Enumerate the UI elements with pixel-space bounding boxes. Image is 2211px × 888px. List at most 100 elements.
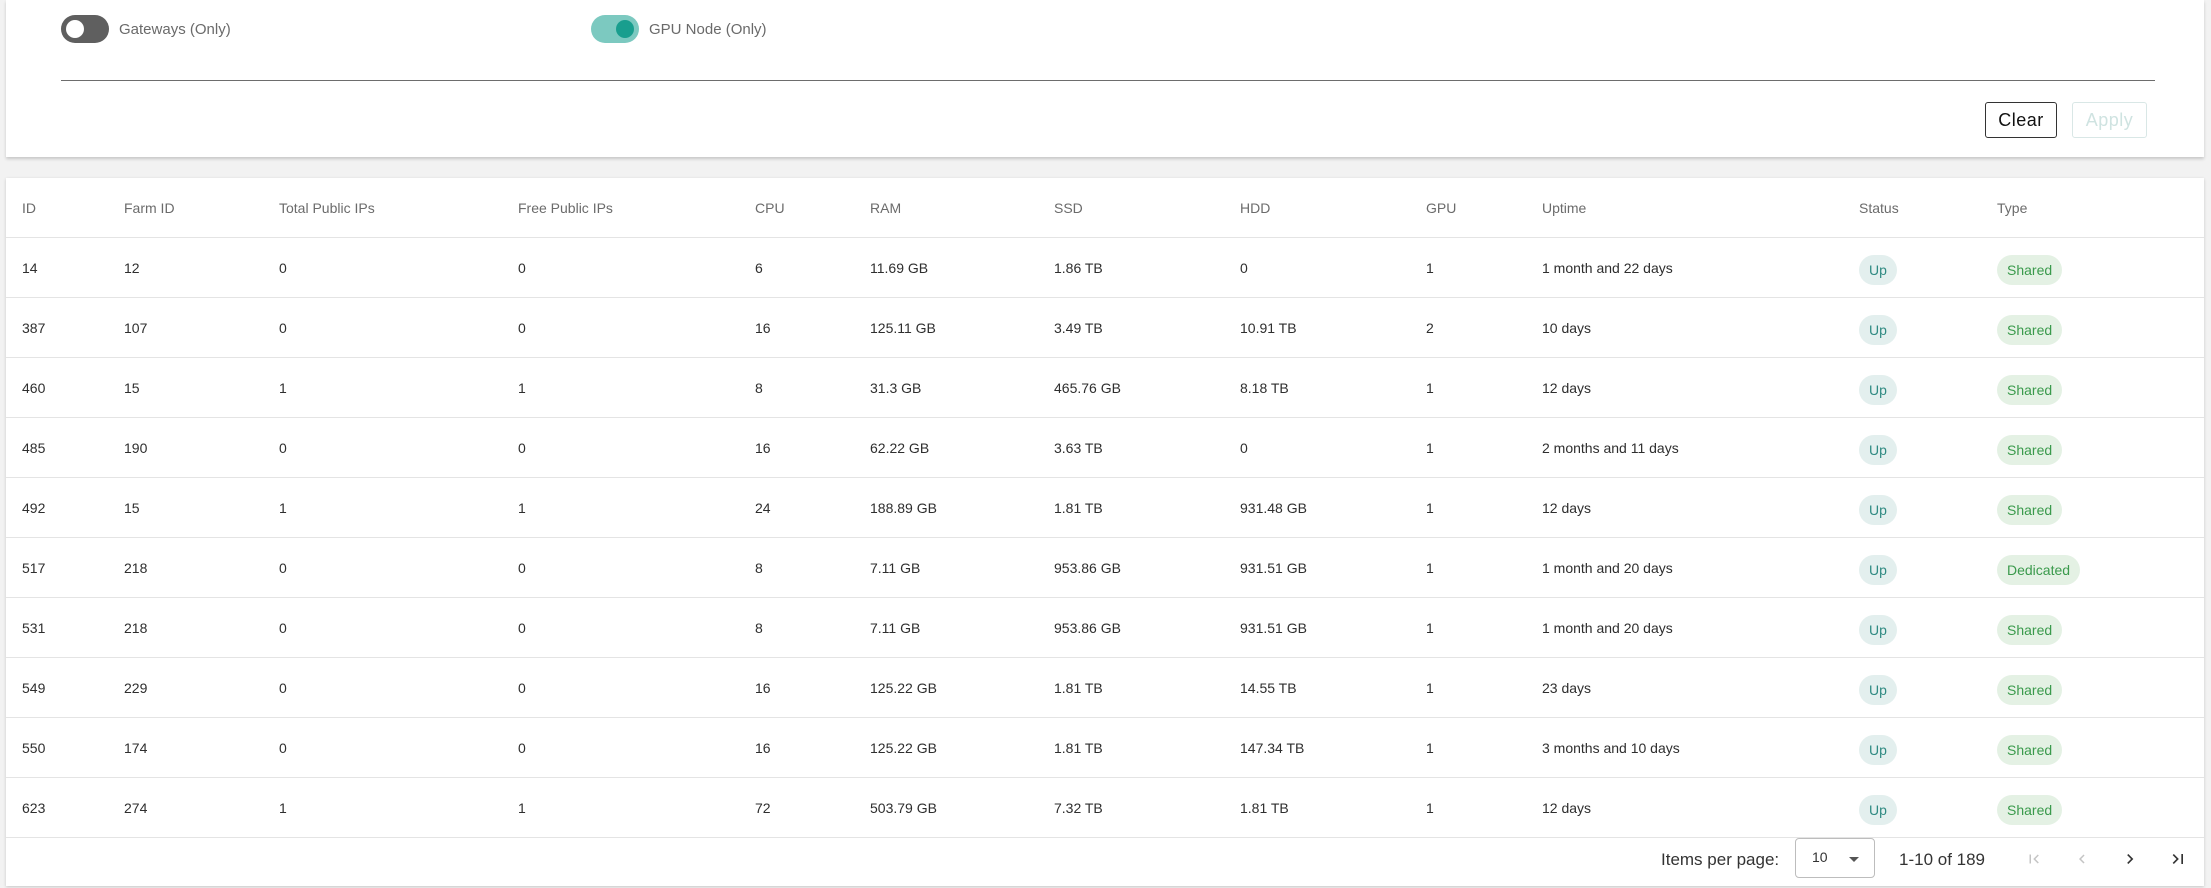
gpu-cell: 1: [1426, 500, 1434, 516]
type-cell: Shared: [1997, 478, 2063, 538]
gpu-cell: 2: [1426, 320, 1434, 336]
ssd-cell: 1.86 TB: [1054, 260, 1103, 276]
status-badge: Up: [1859, 735, 1897, 765]
gpu-cell: 1: [1426, 800, 1434, 816]
cpu-cell: 72: [755, 800, 771, 816]
id-cell: 549: [22, 680, 46, 696]
table-row[interactable]: 485 190 0 0 16 62.22 GB 3.63 TB 0 1 2 months and …: [6, 418, 2204, 478]
farm-id-cell: 229: [124, 680, 148, 696]
apply-button[interactable]: Apply: [2072, 102, 2147, 138]
hdd-cell: 0: [1240, 440, 1248, 456]
next-page-button[interactable]: [2115, 844, 2145, 874]
ssd-cell: 1.81 TB: [1054, 680, 1103, 696]
free-public-ips-cell: 0: [518, 680, 526, 696]
table-row[interactable]: 550 174 0 0 16 125.22 GB 1.81 TB 147.34 TB 1 3 mo…: [6, 718, 2204, 778]
status-badge: Up: [1859, 555, 1897, 585]
column-header-gpu[interactable]: GPU: [1426, 178, 1456, 238]
first-page-button[interactable]: [2019, 844, 2049, 874]
type-cell: Shared: [1997, 238, 2063, 298]
clear-button[interactable]: Clear: [1985, 102, 2057, 138]
table-row[interactable]: 387 107 0 0 16 125.11 GB 3.49 TB 10.91 TB 2 10 da…: [6, 298, 2204, 358]
total-public-ips-cell: 1: [279, 800, 287, 816]
status-cell: Up: [1859, 778, 1897, 838]
total-public-ips-cell: 0: [279, 680, 287, 696]
table-row[interactable]: 623 274 1 1 72 503.79 GB 7.32 TB 1.81 TB 1 12 day…: [6, 778, 2204, 838]
type-cell: Shared: [1997, 658, 2063, 718]
uptime-cell: 12 days: [1542, 380, 1592, 396]
column-header-status[interactable]: Status: [1859, 178, 1899, 238]
total-public-ips-cell: 0: [279, 440, 287, 456]
column-header-type[interactable]: Type: [1997, 178, 2027, 238]
column-header-id[interactable]: ID: [22, 178, 36, 238]
previous-page-icon: [2079, 854, 2085, 864]
column-header-ssd[interactable]: SSD: [1054, 178, 1083, 238]
table-row[interactable]: 460 15 1 1 8 31.3 GB 465.76 GB 8.18 TB 1 12 days U…: [6, 358, 2204, 418]
total-public-ips-cell: 1: [279, 380, 287, 396]
farm-id-cell: 274: [124, 800, 148, 816]
type-badge: Dedicated: [1997, 555, 2081, 585]
type-cell: Shared: [1997, 358, 2063, 418]
column-header-cpu[interactable]: CPU: [755, 178, 785, 238]
column-header-free-public-ips[interactable]: Free Public IPs: [518, 178, 613, 238]
table-row[interactable]: 549 229 0 0 16 125.22 GB 1.81 TB 14.55 TB 1 23 da…: [6, 658, 2204, 718]
type-cell: Shared: [1997, 298, 2063, 358]
status-badge: Up: [1859, 435, 1897, 465]
ssd-cell: 7.32 TB: [1054, 800, 1103, 816]
ssd-cell: 3.49 TB: [1054, 320, 1103, 336]
switch-knob: [66, 20, 84, 38]
last-page-button[interactable]: [2163, 844, 2193, 874]
uptime-cell: 1 month and 22 days: [1542, 260, 1673, 276]
ssd-cell: 1.81 TB: [1054, 500, 1103, 516]
uptime-cell: 23 days: [1542, 680, 1592, 696]
type-cell: Shared: [1997, 418, 2063, 478]
column-header-ram[interactable]: RAM: [870, 178, 901, 238]
status-cell: Up: [1859, 358, 1897, 418]
switch-knob: [616, 20, 634, 38]
gpu-cell: 1: [1426, 740, 1434, 756]
gpu-node-switch[interactable]: [591, 15, 639, 43]
column-header-farm-id[interactable]: Farm ID: [124, 178, 175, 238]
hdd-cell: 931.48 GB: [1240, 500, 1307, 516]
farm-id-cell: 190: [124, 440, 148, 456]
ram-cell: 503.79 GB: [870, 800, 937, 816]
cpu-cell: 8: [755, 620, 763, 636]
gateways-switch[interactable]: [61, 15, 109, 43]
table-row[interactable]: 14 12 0 0 6 11.69 GB 1.86 TB 0 1 1 month and 22 d…: [6, 238, 2204, 298]
type-badge: Shared: [1997, 255, 2063, 285]
id-cell: 623: [22, 800, 46, 816]
gpu-cell: 1: [1426, 560, 1434, 576]
status-badge: Up: [1859, 255, 1897, 285]
type-badge: Shared: [1997, 795, 2063, 825]
gpu-node-toggle[interactable]: GPU Node (Only): [591, 14, 767, 44]
cpu-cell: 16: [755, 680, 771, 696]
table-row[interactable]: 517 218 0 0 8 7.11 GB 953.86 GB 931.51 GB 1 1 mon…: [6, 538, 2204, 598]
gpu-cell: 1: [1426, 620, 1434, 636]
ssd-cell: 953.86 GB: [1054, 560, 1121, 576]
cpu-cell: 16: [755, 320, 771, 336]
gateways-toggle[interactable]: Gateways (Only): [61, 14, 231, 44]
column-header-hdd[interactable]: HDD: [1240, 178, 1270, 238]
cpu-cell: 24: [755, 500, 771, 516]
column-header-total-public-ips[interactable]: Total Public IPs: [279, 178, 375, 238]
table-row[interactable]: 492 15 1 1 24 188.89 GB 1.81 TB 931.48 GB 1 12 da…: [6, 478, 2204, 538]
column-header-uptime[interactable]: Uptime: [1542, 178, 1586, 238]
items-per-page-select[interactable]: 10: [1795, 838, 1875, 878]
filter-divider: [61, 80, 2155, 81]
gpu-cell: 1: [1426, 680, 1434, 696]
gpu-node-label: GPU Node (Only): [649, 20, 767, 38]
cpu-cell: 8: [755, 560, 763, 576]
table-row[interactable]: 531 218 0 0 8 7.11 GB 953.86 GB 931.51 GB 1 1 mon…: [6, 598, 2204, 658]
ram-cell: 125.22 GB: [870, 740, 937, 756]
total-public-ips-cell: 0: [279, 740, 287, 756]
status-cell: Up: [1859, 418, 1897, 478]
cpu-cell: 6: [755, 260, 763, 276]
status-badge: Up: [1859, 495, 1897, 525]
pagination: Items per page: 10 1-10 of 189: [6, 836, 2204, 886]
free-public-ips-cell: 0: [518, 560, 526, 576]
gpu-cell: 1: [1426, 380, 1434, 396]
status-cell: Up: [1859, 478, 1897, 538]
status-badge: Up: [1859, 675, 1897, 705]
ram-cell: 7.11 GB: [870, 560, 921, 576]
status-cell: Up: [1859, 238, 1897, 298]
previous-page-button[interactable]: [2067, 844, 2097, 874]
